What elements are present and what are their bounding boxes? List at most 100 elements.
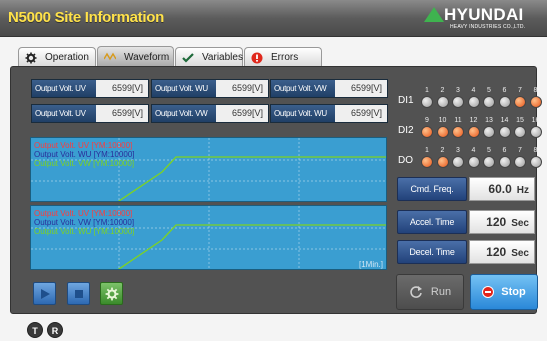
t-button[interactable]: T [27,322,43,338]
io-number: 14 [500,117,509,124]
accel-time-unit: Sec [511,218,529,229]
io-led-do-3 [452,156,464,168]
io-led-do-1 [421,156,433,168]
io-number: 12 [469,117,478,124]
refresh-icon [410,286,422,298]
gear-icon [25,52,37,64]
title-bar: N5000 Site Information HYUNDAI HEAVY IND… [0,0,547,37]
io-led-di2-8 [529,126,542,138]
run-label: Run [430,286,452,298]
io-led-do-6 [498,156,511,168]
gear-icon [105,287,118,300]
logo-brand: HYUNDAI [444,5,524,24]
output-field: Output Volt. VW 6599[V] [270,79,388,98]
logo-triangle-icon [424,7,444,22]
output-field: Output Volt. UV 6599[V] [31,79,149,98]
decel-time-number: 120 [486,245,507,259]
output-field: Output Volt. WU 6599[V] [151,79,269,98]
io-number: 3 [456,87,460,94]
io-led-di2-2 [436,126,449,138]
page-title: N5000 Site Information [8,9,164,26]
output-field: Output Volt. WU 6599[V] [270,104,388,123]
tab-operation-label: Operation [45,52,89,63]
tab-waveform[interactable]: Waveform [97,46,174,67]
io-number: 1 [425,87,429,94]
tab-variables[interactable]: Variables [175,47,243,67]
output-field-value: 6599[V] [216,80,268,97]
io-led-do-7 [514,156,526,168]
io-number: 8 [533,87,538,94]
io-label-di2: DI2 [398,125,414,136]
play-icon [40,288,50,299]
tab-operation[interactable]: Operation [18,47,96,67]
io-led-di1-1 [421,96,433,108]
wave-icon [103,51,117,63]
cmd-freq-button[interactable]: Cmd. Freq. [397,177,467,201]
run-button[interactable]: Run [396,274,464,310]
hyundai-logo: HYUNDAI HEAVY INDUSTRIES CO.,LTD. [424,5,539,33]
waveform-chart-2: Output Volt. UV [YM:10000] Output Volt. … [30,205,387,270]
io-number: 6 [502,147,507,154]
io-number: 4 [471,87,476,94]
io-led-di1-4 [467,96,480,108]
chart-2-legend-2: Output Volt. VW [YM:10000] [34,218,135,227]
io-led-di2-5 [483,126,495,138]
decel-time-value: 120 Sec [469,240,535,264]
io-number: 5 [487,147,491,154]
output-field-value: 6599[V] [216,105,268,122]
cmd-freq-value: 60.0 Hz [469,177,535,201]
io-led-di1-8 [529,96,542,108]
io-number: 13 [485,117,493,124]
io-led-do-5 [483,156,495,168]
io-number: 8 [533,147,538,154]
accel-time-button[interactable]: Accel. Time [397,210,467,234]
cmd-freq-unit: Hz [516,185,529,196]
io-led-do-8 [529,156,542,168]
io-led-di1-2 [436,96,449,108]
io-led-di2-4 [467,126,480,138]
waveform-chart-1: Output Volt. UV [YM:10000] Output Volt. … [30,137,387,202]
output-field-label: Output Volt. UV [32,80,96,97]
decel-time-button[interactable]: Decel. Time [397,240,467,264]
output-field-label: Output Volt. VW [271,80,335,97]
io-number: 11 [454,117,462,124]
timescale-label: [1Min.] [358,260,383,269]
cmd-freq-row: Cmd. Freq. 60.0 Hz [397,177,535,201]
io-led-di2-3 [452,126,464,138]
output-field-value: 6599[V] [335,105,387,122]
io-number: 5 [487,87,491,94]
settings-button[interactable] [100,282,123,305]
output-field-value: 6599[V] [335,80,387,97]
io-label-di1: DI1 [398,95,414,106]
decel-time-unit: Sec [511,248,529,259]
io-label-do: DO [398,155,413,166]
stop-icon [482,286,495,298]
r-button[interactable]: R [47,322,63,338]
check-icon [182,52,194,64]
io-number: 4 [471,147,476,154]
output-field-value: 6599[V] [96,105,148,122]
io-number: 16 [531,117,540,124]
io-number: 15 [516,117,524,124]
io-led-di2-6 [498,126,511,138]
output-field-label: Output Volt. UV [32,105,96,122]
io-led-di1-7 [514,96,526,108]
stop-record-button[interactable] [67,282,90,305]
stop-label: Stop [501,286,526,298]
logo-subtitle: HEAVY INDUSTRIES CO.,LTD. [450,24,526,30]
play-button[interactable] [33,282,56,305]
io-number: 7 [518,87,522,94]
io-number: 9 [425,117,429,124]
chart-1-legend-3: Output Volt. VW [YM:10000] [34,159,135,168]
chart-1-legend-2: Output Volt. WU [YM:10000] [34,150,135,159]
output-field: Output Volt. UV 6599[V] [31,104,149,123]
output-field-label: Output Volt. WU [152,80,216,97]
tab-errors[interactable]: Errors [244,47,322,67]
tab-variables-label: Variables [202,52,243,63]
io-led-do-4 [467,156,480,168]
stop-button[interactable]: Stop [470,274,538,310]
tab-waveform-label: Waveform [124,51,170,63]
io-led-di1-3 [452,96,464,108]
accel-time-row: Accel. Time 120 Sec [397,210,535,234]
io-number: 7 [518,147,522,154]
